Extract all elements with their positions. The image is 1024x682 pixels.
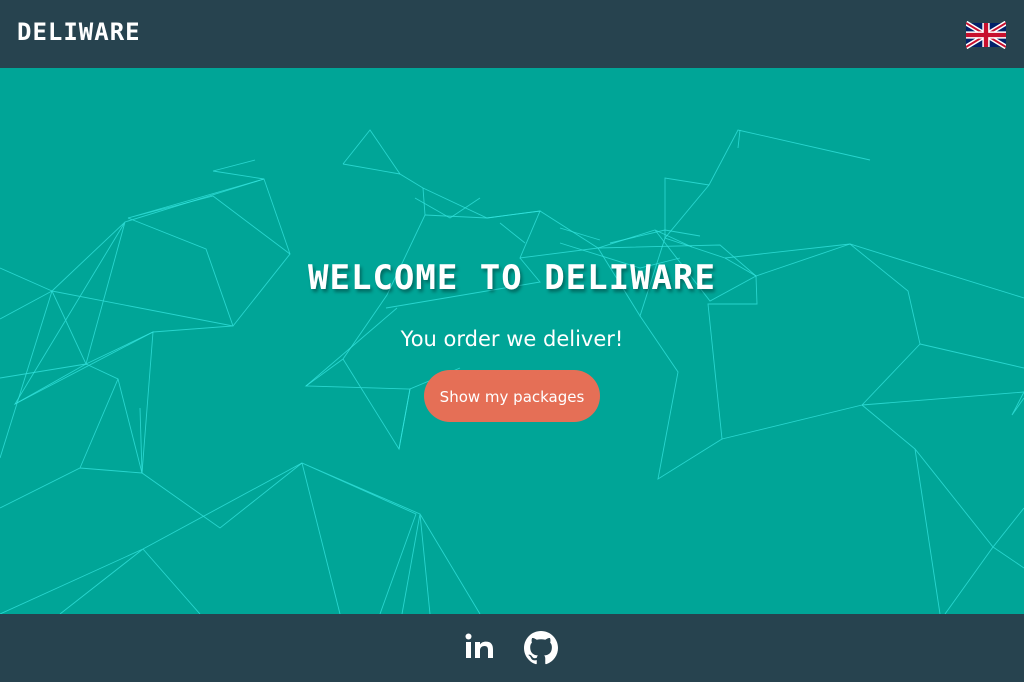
navbar: DELIWARE	[0, 0, 1024, 68]
hero-section: WELCOME TO DELIWARE You order we deliver…	[0, 68, 1024, 614]
uk-flag-icon[interactable]	[964, 20, 1008, 50]
hero-subtitle: You order we deliver!	[400, 327, 624, 351]
github-icon[interactable]	[524, 631, 558, 665]
footer	[0, 614, 1024, 682]
brand-logo[interactable]: DELIWARE	[17, 17, 141, 47]
hero-title: WELCOME TO DELIWARE	[308, 258, 716, 298]
page: DELIWARE WELCOME TO DELIWARE You order w…	[0, 0, 1024, 682]
show-packages-button[interactable]: Show my packages	[424, 370, 600, 422]
linkedin-icon[interactable]	[463, 631, 497, 665]
